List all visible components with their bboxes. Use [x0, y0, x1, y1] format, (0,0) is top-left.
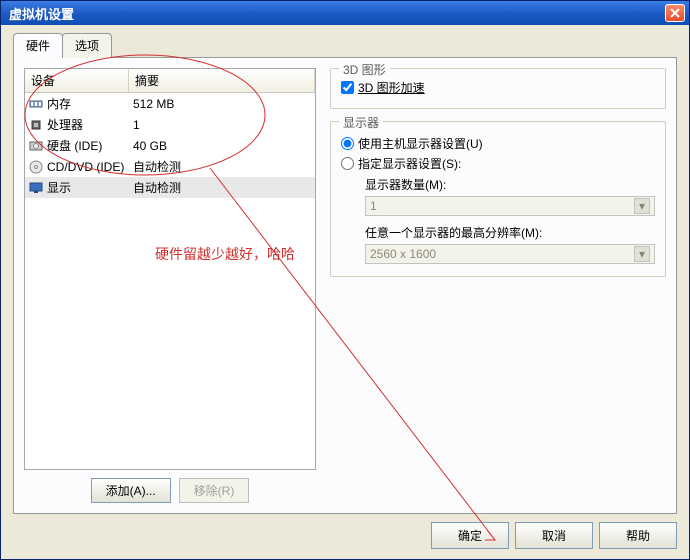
dialog-button-bar: 确定 取消 帮助: [1, 514, 689, 559]
group-displays-title: 显示器: [339, 114, 383, 131]
device-summary: 自动检测: [129, 178, 315, 197]
hardware-left-pane: 设备 摘要 内存512 MB处理器1硬盘 (IDE)40 GBCD/DVD (I…: [24, 68, 316, 503]
table-row[interactable]: 硬盘 (IDE) 40 GB: [25, 135, 315, 156]
close-button[interactable]: [665, 4, 685, 22]
display-count-value: 1: [370, 199, 377, 213]
checkbox-icon: [341, 81, 354, 94]
hardware-right-pane: 3D 图形 3D 图形加速 显示器 使用主机显示器设置(U): [316, 68, 666, 503]
tab-options[interactable]: 选项: [62, 33, 112, 58]
ok-button[interactable]: 确定: [431, 522, 509, 549]
cpu-icon: [29, 118, 43, 132]
radio-use-host-label[interactable]: 使用主机显示器设置(U): [358, 135, 483, 152]
tab-strip: 硬件 选项: [13, 33, 677, 58]
device-name: 显示: [47, 179, 71, 196]
col-header-summary[interactable]: 摘要: [129, 69, 315, 92]
title-bar: 虚拟机设置: [1, 1, 689, 25]
cancel-button[interactable]: 取消: [515, 522, 593, 549]
chevron-down-icon: ▾: [634, 198, 650, 214]
tab-hardware[interactable]: 硬件: [13, 33, 63, 58]
group-3d-graphics: 3D 图形 3D 图形加速: [330, 68, 666, 109]
group-3d-title: 3D 图形: [339, 61, 390, 78]
chevron-down-icon: ▾: [634, 246, 650, 262]
add-hardware-button[interactable]: 添加(A)...: [91, 478, 171, 503]
device-name: 处理器: [47, 116, 83, 133]
col-header-device[interactable]: 设备: [25, 69, 129, 92]
display-count-select: 1 ▾: [365, 196, 655, 216]
max-res-label: 任意一个显示器的最高分辨率(M):: [365, 224, 655, 241]
device-summary: 512 MB: [129, 94, 315, 113]
window-title: 虚拟机设置: [5, 4, 74, 23]
disk-icon: [29, 139, 43, 153]
tab-panel-hardware: 设备 摘要 内存512 MB处理器1硬盘 (IDE)40 GBCD/DVD (I…: [13, 57, 677, 514]
table-row[interactable]: 内存 512 MB: [25, 93, 315, 114]
device-name: 内存: [47, 95, 71, 112]
device-name: 硬盘 (IDE): [47, 137, 102, 154]
client-area: 硬件 选项 设备 摘要 内存512 MB处理器1硬盘 (IDE)40 GBCD/…: [1, 25, 689, 559]
memory-icon: [29, 97, 43, 111]
device-summary: 40 GB: [129, 136, 315, 155]
settings-window: 虚拟机设置 硬件 选项 设备 摘要 内存 512 MB 处理器 1 硬盘 (IDE): [0, 0, 690, 560]
help-button[interactable]: 帮助: [599, 522, 677, 549]
accel-3d-label[interactable]: 3D 图形加速: [358, 79, 425, 96]
radio-use-host[interactable]: [341, 137, 354, 150]
remove-hardware-button: 移除(R): [179, 478, 250, 503]
device-list-header: 设备 摘要: [25, 69, 315, 93]
group-displays: 显示器 使用主机显示器设置(U) 指定显示器设置(S): 显示器数量(M):: [330, 121, 666, 277]
display-count-label: 显示器数量(M):: [365, 176, 655, 193]
close-icon: [670, 8, 680, 18]
device-name: CD/DVD (IDE): [47, 160, 124, 174]
cd-icon: [29, 160, 43, 174]
table-row[interactable]: CD/DVD (IDE) 自动检测: [25, 156, 315, 177]
max-res-select: 2560 x 1600 ▾: [365, 244, 655, 264]
radio-specify-label[interactable]: 指定显示器设置(S):: [358, 155, 461, 172]
accel-3d-checkbox[interactable]: [341, 81, 354, 94]
device-list: 设备 摘要 内存512 MB处理器1硬盘 (IDE)40 GBCD/DVD (I…: [24, 68, 316, 470]
table-row[interactable]: 处理器 1: [25, 114, 315, 135]
display-icon: [29, 181, 43, 195]
device-summary: 自动检测: [129, 157, 315, 176]
table-row[interactable]: 显示 自动检测: [25, 177, 315, 198]
radio-specify[interactable]: [341, 157, 354, 170]
device-summary: 1: [129, 115, 315, 134]
max-res-value: 2560 x 1600: [370, 247, 436, 261]
